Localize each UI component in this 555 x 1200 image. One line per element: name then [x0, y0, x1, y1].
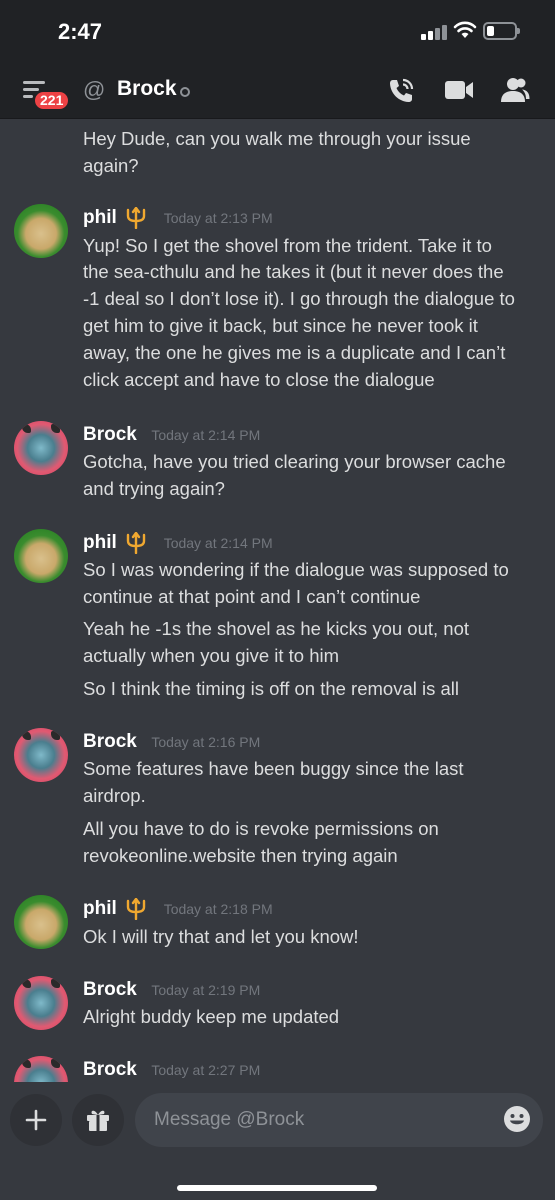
status-bar: 2:47 — [0, 0, 555, 62]
at-icon: @ — [83, 77, 106, 102]
clock: 2:47 — [58, 19, 103, 44]
trident-icon — [127, 898, 146, 920]
message-line: airdrop. — [83, 785, 146, 806]
avatar[interactable] — [14, 421, 68, 475]
timestamp: Today at 2:27 PM — [151, 1062, 261, 1078]
message-line: So I was wondering if the dialogue was s… — [83, 559, 509, 580]
message-line: Yup! So I get the shovel from the triden… — [83, 235, 492, 256]
message-list[interactable]: Hey Dude, can you walk me through your i… — [0, 119, 555, 1082]
home-indicator — [177, 1185, 377, 1191]
message-header: phil Today at 2:13 PM — [83, 207, 273, 231]
avatar[interactable] — [14, 728, 68, 782]
message-header: phil Today at 2:18 PM — [83, 898, 273, 922]
message-line: Gotcha, have you tried clearing your bro… — [83, 451, 506, 472]
message-header: Brock Today at 2:27 PM — [83, 1059, 260, 1082]
gift-icon — [87, 1110, 109, 1131]
avatar[interactable] — [14, 976, 68, 1030]
message-line: Some features have been buggy since the … — [83, 758, 464, 779]
avatar[interactable] — [14, 1056, 68, 1082]
battery-icon — [483, 22, 520, 40]
author-name[interactable]: Brock — [83, 979, 137, 1000]
wifi-icon — [453, 21, 477, 38]
author-name[interactable]: phil — [83, 532, 117, 553]
timestamp: Today at 2:14 PM — [163, 535, 273, 551]
message-line: So I think the timing is off on the remo… — [83, 678, 460, 699]
avatar[interactable] — [14, 204, 68, 258]
timestamp: Today at 2:13 PM — [163, 210, 273, 226]
message-line: revokeonline.website then trying again — [83, 845, 398, 866]
message-line: Yeah he -1s the shovel as he kicks you o… — [83, 618, 470, 639]
channel-header: 221 @ Brock — [0, 62, 555, 119]
emoji-icon[interactable] — [503, 1105, 531, 1133]
author-name[interactable]: Brock — [83, 731, 137, 752]
cellular-signal-icon — [421, 24, 447, 40]
menu-button[interactable]: 221 — [20, 76, 71, 111]
message-input[interactable] — [135, 1093, 543, 1147]
gift-button[interactable] — [72, 1094, 124, 1146]
call-icon[interactable] — [387, 77, 415, 105]
notification-badge: 221 — [33, 90, 71, 111]
dm-title[interactable]: Brock — [117, 77, 177, 101]
timestamp: Today at 2:14 PM — [151, 427, 261, 443]
author-name[interactable]: Brock — [83, 1059, 137, 1080]
trident-icon — [127, 207, 146, 229]
trident-icon — [127, 532, 146, 554]
message-header: Brock Today at 2:14 PM — [83, 424, 260, 448]
video-icon[interactable] — [444, 79, 474, 101]
timestamp: Today at 2:16 PM — [151, 734, 261, 750]
offline-status-icon — [180, 87, 190, 97]
message-line: -1 deal so I don’t lose it). I go throug… — [83, 288, 515, 309]
message-composer — [0, 1082, 555, 1200]
message-header: Brock Today at 2:16 PM — [83, 731, 260, 755]
message-line: click accept and have to close the dialo… — [83, 369, 435, 390]
message-header: phil Today at 2:14 PM — [83, 532, 273, 556]
timestamp: Today at 2:18 PM — [163, 901, 273, 917]
add-attachment-button[interactable] — [10, 1094, 62, 1146]
author-name[interactable]: phil — [83, 898, 117, 919]
message-line: Alright buddy keep me updated — [83, 1006, 340, 1027]
author-name[interactable]: phil — [83, 207, 117, 228]
message-line: actually when you give it to him — [83, 645, 340, 666]
message-line: continue at that point and I can’t conti… — [83, 586, 421, 607]
message-header: Brock Today at 2:19 PM — [83, 979, 260, 1003]
avatar[interactable] — [14, 895, 68, 949]
plus-icon — [25, 1109, 47, 1131]
message-line: get him to give it back, but since he ne… — [83, 315, 478, 336]
message-line: again? — [83, 155, 139, 176]
message-line: the sea-cthulu and he takes it (but it n… — [83, 261, 504, 282]
message-line: and trying again? — [83, 478, 225, 499]
message-line: Ok I will try that and let you know! — [83, 926, 359, 947]
message-line: away, the one he gives me is a duplicate… — [83, 342, 506, 363]
members-icon[interactable] — [500, 77, 530, 103]
author-name[interactable]: Brock — [83, 424, 137, 445]
avatar[interactable] — [14, 529, 68, 583]
message-line: All you have to do is revoke permissions… — [83, 818, 439, 839]
message-line: Hey Dude, can you walk me through your i… — [83, 128, 471, 149]
timestamp: Today at 2:19 PM — [151, 982, 261, 998]
